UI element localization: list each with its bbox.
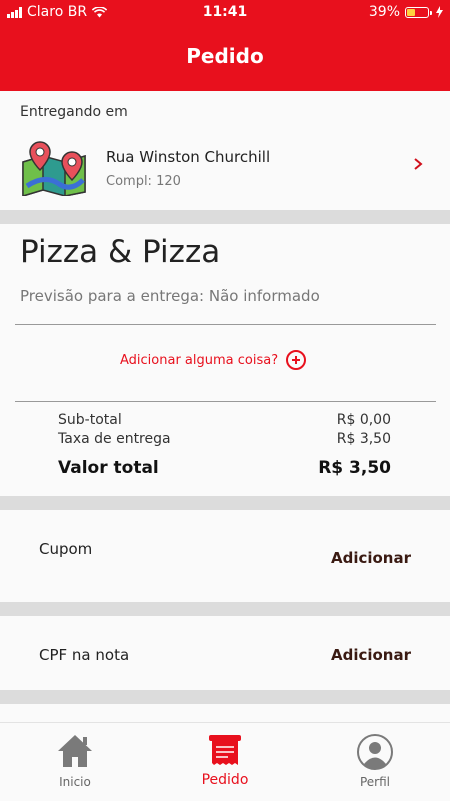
- tab-pedido[interactable]: Pedido: [175, 723, 275, 801]
- divider: [15, 324, 436, 325]
- status-bar: Claro BR 11:41 39%: [0, 0, 450, 24]
- page-title: Pedido: [186, 44, 264, 68]
- tab-inicio[interactable]: Inicio: [25, 723, 125, 801]
- delivery-complement: Compl: 120: [106, 174, 181, 189]
- delivery-fee-row: Taxa de entrega R$ 3,50: [58, 431, 391, 447]
- subtotal-value: R$ 0,00: [336, 412, 391, 428]
- tab-label: Pedido: [201, 772, 249, 788]
- battery-icon: [405, 6, 432, 18]
- charging-bolt-icon: [436, 6, 443, 18]
- tab-label: Perfil: [359, 775, 391, 789]
- app-header: Claro BR 11:41 39% Pedido: [0, 0, 450, 91]
- total-label: Valor total: [58, 458, 159, 478]
- tab-perfil[interactable]: Perfil: [325, 723, 425, 801]
- receipt-icon: [209, 735, 241, 765]
- coupon-label: Cupom: [39, 540, 93, 558]
- tab-bar: Inicio Pedido Perfil: [0, 722, 450, 801]
- section-divider: [0, 602, 450, 616]
- tab-label: Inicio: [59, 775, 91, 789]
- section-divider: [0, 690, 450, 704]
- add-more-label: Adicionar alguma coisa?: [120, 352, 279, 368]
- delivery-caption: Entregando em: [20, 104, 128, 120]
- delivery-fee-label: Taxa de entrega: [58, 431, 171, 447]
- map-pin-icon: [22, 141, 86, 196]
- plus-circle-icon: [286, 350, 307, 370]
- delivery-eta: Previsão para a entrega: Não informado: [20, 287, 320, 305]
- add-more-button[interactable]: Adicionar alguma coisa?: [120, 350, 307, 370]
- add-cpf-button[interactable]: Adicionar: [331, 646, 411, 664]
- delivery-street: Rua Winston Churchill: [106, 148, 271, 166]
- divider: [15, 401, 436, 402]
- store-name: Pizza & Pizza: [20, 234, 221, 270]
- chevron-right-icon[interactable]: [412, 157, 424, 171]
- section-divider: [0, 496, 450, 510]
- section-divider: [0, 210, 450, 224]
- subtotal-row: Sub-total R$ 0,00: [58, 412, 391, 428]
- total-row: Valor total R$ 3,50: [58, 458, 391, 478]
- cpf-label: CPF na nota: [39, 646, 130, 664]
- total-value: R$ 3,50: [318, 458, 391, 478]
- subtotal-label: Sub-total: [58, 412, 122, 428]
- battery-percent: 39%: [368, 4, 400, 20]
- home-icon: [58, 735, 92, 767]
- delivery-fee-value: R$ 3,50: [336, 431, 391, 447]
- add-coupon-button[interactable]: Adicionar: [331, 549, 411, 567]
- user-icon: [357, 734, 393, 770]
